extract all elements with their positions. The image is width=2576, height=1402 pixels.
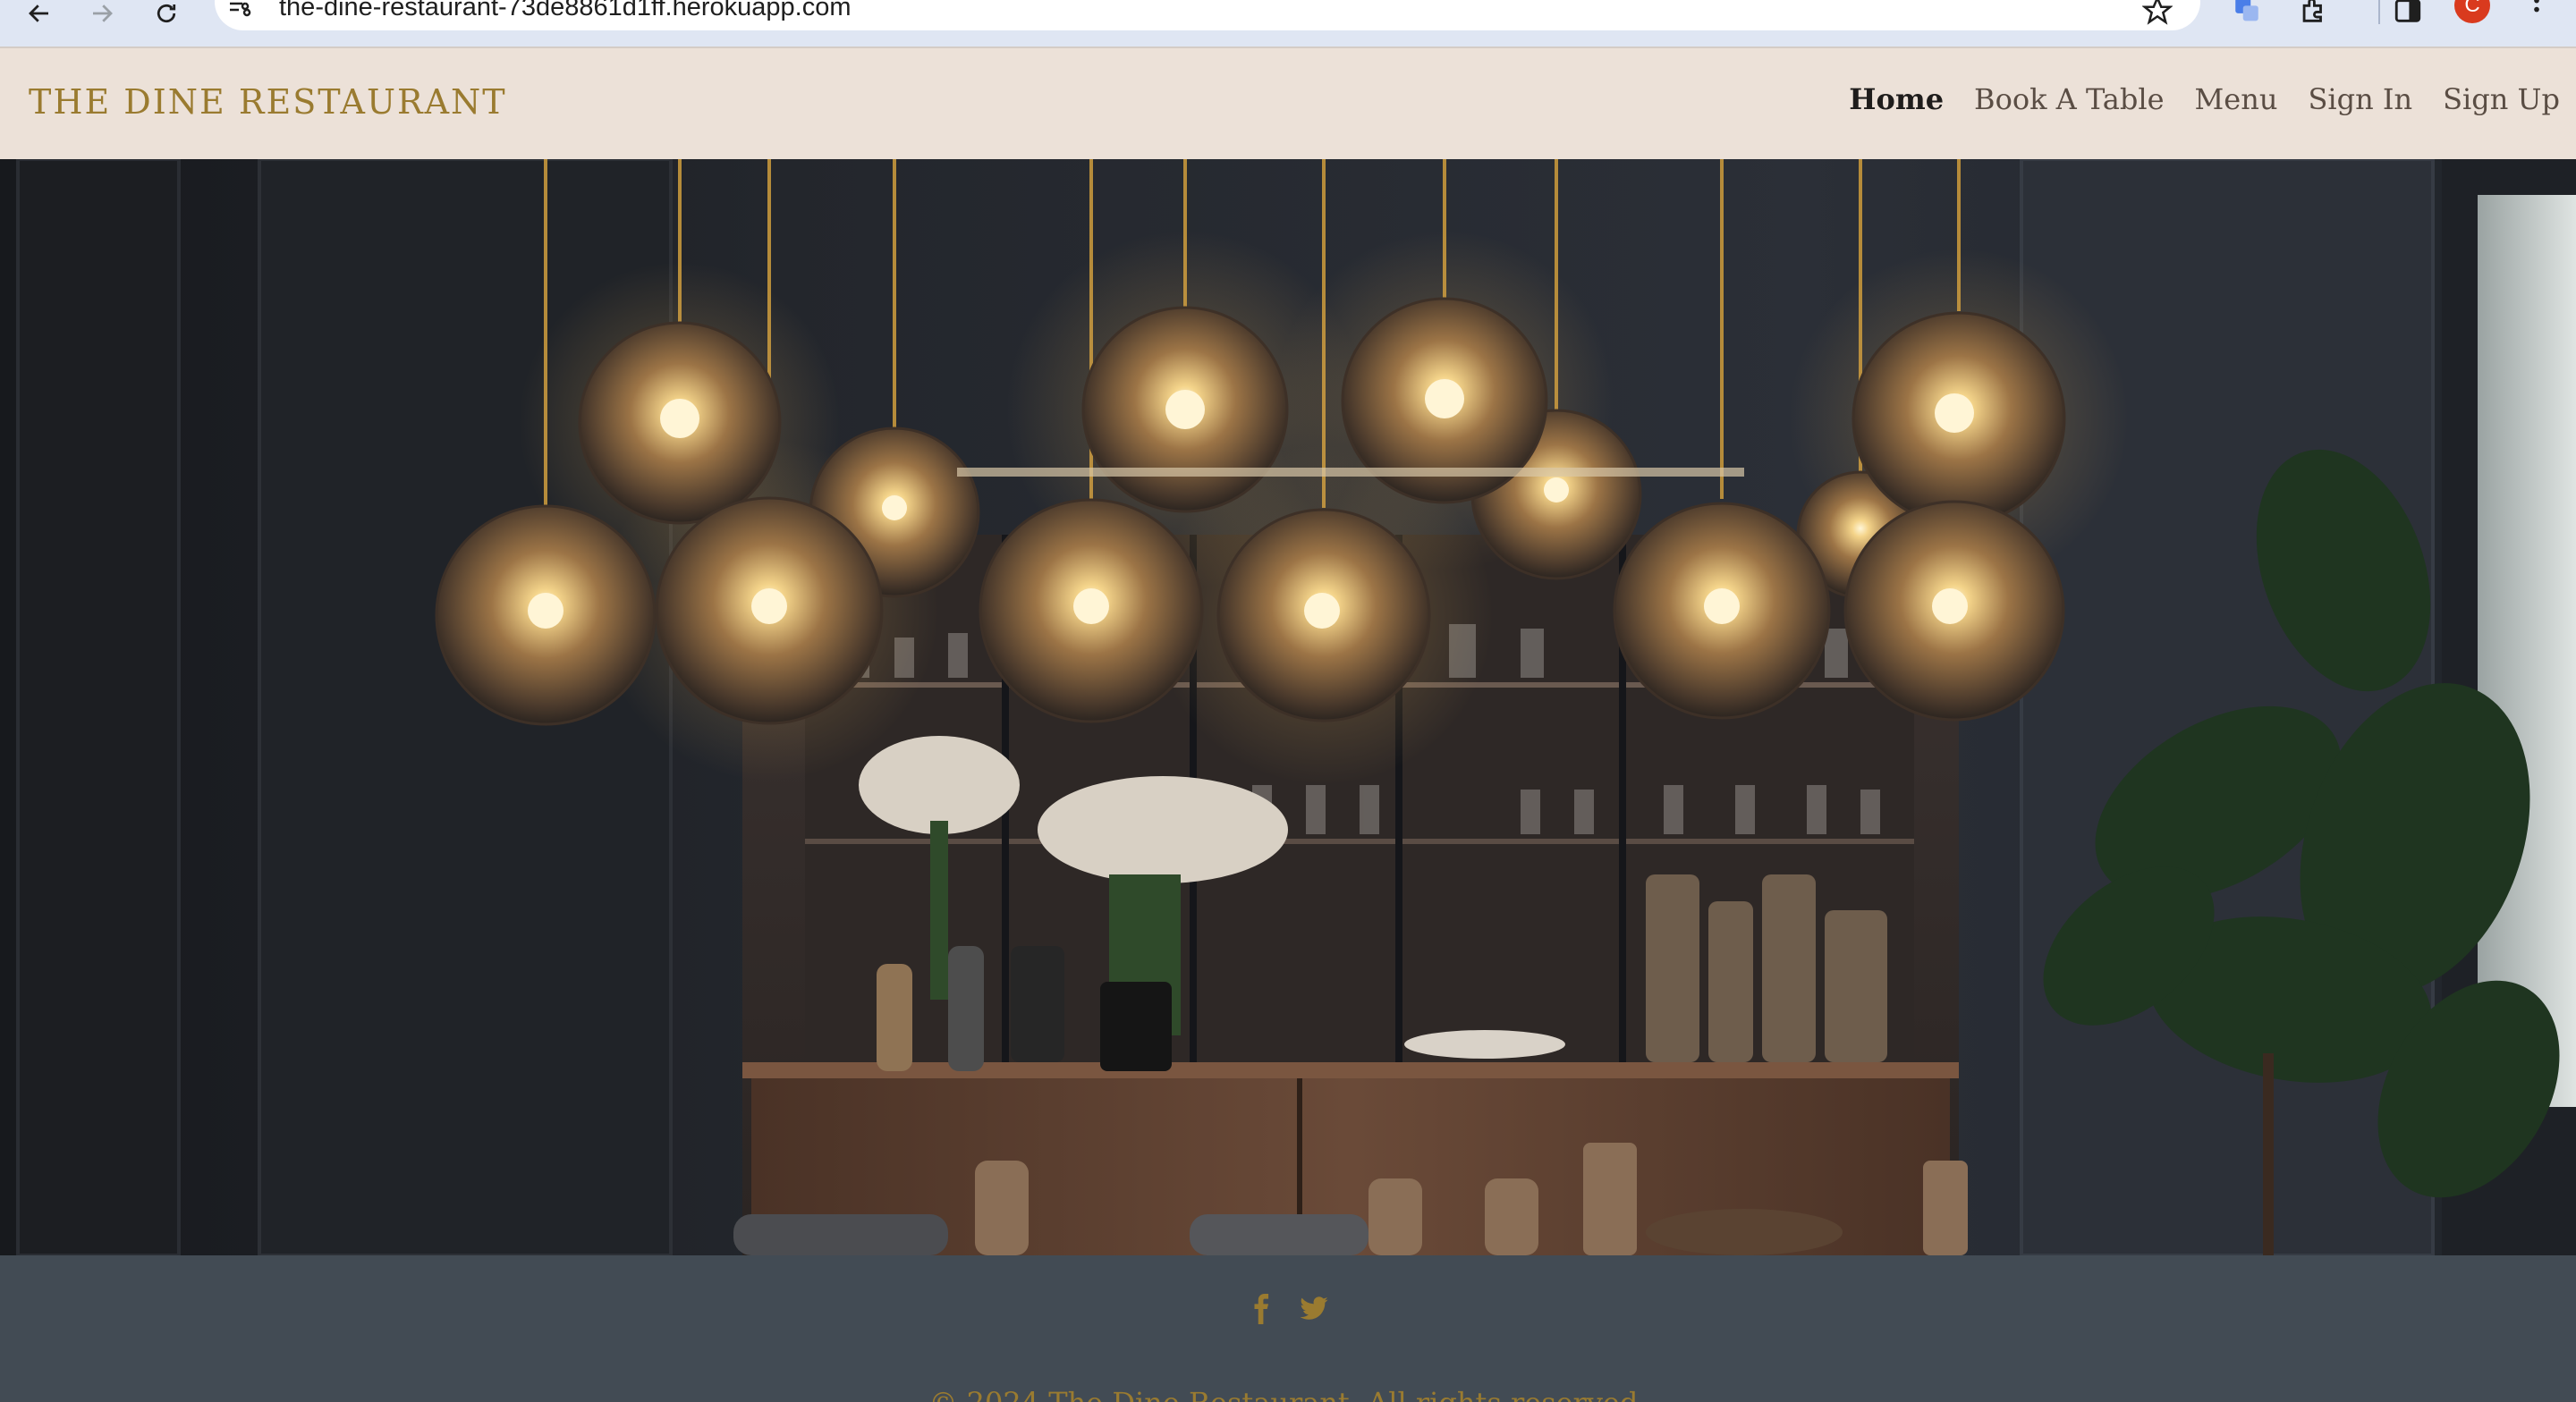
site-info-icon[interactable] <box>227 0 254 21</box>
nav-sign-up[interactable]: Sign Up <box>2443 82 2560 116</box>
site-footer: © 2024 The Dine Restaurant. All rights r… <box>0 1255 2576 1402</box>
profile-avatar[interactable]: C <box>2454 0 2490 23</box>
copyright-text: © 2024 The Dine Restaurant. All rights r… <box>0 1386 2576 1402</box>
social-links <box>0 1291 2576 1327</box>
browser-toolbar: the-dine-restaurant-73de8861d1ff.herokua… <box>0 0 2576 46</box>
brand-logo[interactable]: THE DINE RESTAURANT <box>29 82 507 122</box>
nav-menu[interactable]: Menu <box>2195 82 2278 116</box>
forward-icon[interactable] <box>80 0 123 27</box>
facebook-icon[interactable] <box>1244 1291 1280 1327</box>
site-header: THE DINE RESTAURANT Home Book A Table Me… <box>0 46 2576 159</box>
twitter-icon[interactable] <box>1296 1291 1332 1327</box>
nav-home[interactable]: Home <box>1849 82 1944 116</box>
back-icon[interactable] <box>18 0 61 27</box>
url-text[interactable]: the-dine-restaurant-73de8861d1ff.herokua… <box>279 0 852 22</box>
hero-image <box>0 159 2576 1255</box>
translate-extension-icon[interactable] <box>2229 0 2265 27</box>
reload-icon[interactable] <box>145 0 188 27</box>
main-nav: Home Book A Table Menu Sign In Sign Up <box>1818 82 2560 116</box>
nav-book-a-table[interactable]: Book A Table <box>1974 82 2164 116</box>
nav-sign-in[interactable]: Sign In <box>2308 82 2412 116</box>
bookmark-star-icon[interactable] <box>2140 0 2175 27</box>
more-menu-icon[interactable] <box>2519 0 2555 27</box>
extensions-icon[interactable] <box>2295 0 2331 27</box>
side-panel-icon[interactable] <box>2390 0 2426 27</box>
